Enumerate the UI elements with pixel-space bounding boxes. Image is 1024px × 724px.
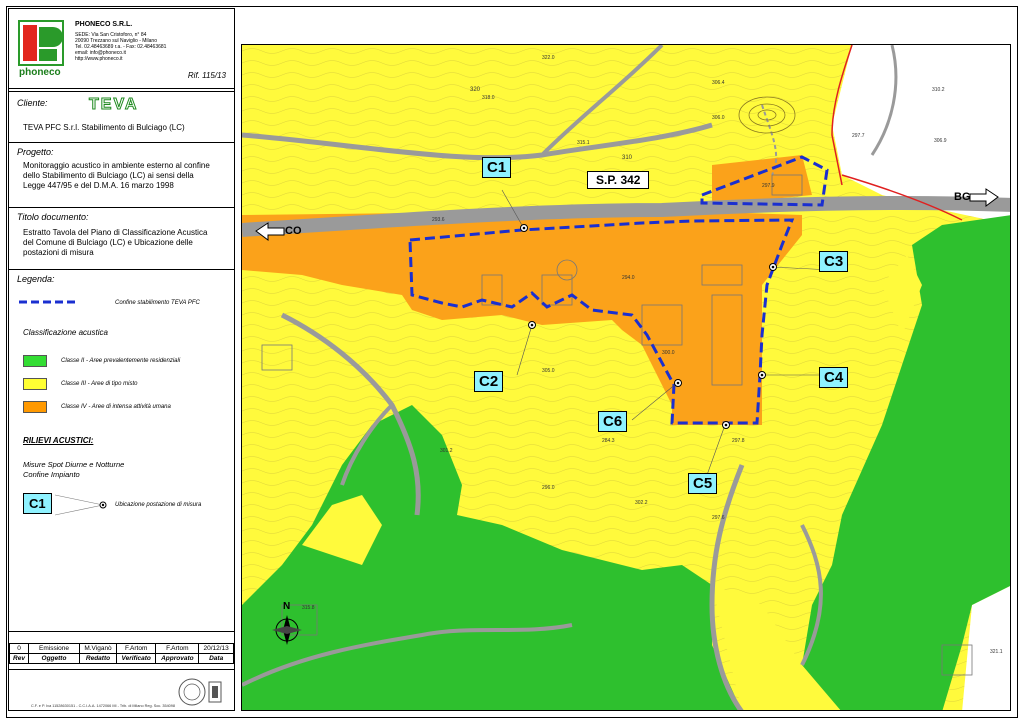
elevation-label: 297.7 xyxy=(852,133,865,139)
road-label: S.P. 342 xyxy=(587,171,650,189)
elevation-label: 294.0 xyxy=(622,275,635,281)
rev-cell: 20/12/13 xyxy=(198,643,234,654)
client-name: TEVA PFC S.r.l. Stabilimento di Bulciago… xyxy=(23,123,185,132)
point-label-c1[interactable]: C1 xyxy=(482,157,512,178)
map-canvas xyxy=(242,45,1010,710)
direction-right-label: BG xyxy=(954,191,971,203)
elevation-label: 305.0 xyxy=(542,368,555,374)
phoneco-logo-text: phoneco xyxy=(19,67,61,78)
elevation-label: 300.0 xyxy=(662,350,675,356)
elevation-label: 293.6 xyxy=(432,217,445,223)
project-text: Monitoraggio acustico in ambiente estern… xyxy=(23,161,210,190)
elevation-label: 297.9 xyxy=(762,183,775,189)
boundary-legend-text: Confine stabilimento TEVA PFC xyxy=(115,300,200,306)
rev-cell: 0 xyxy=(9,643,29,654)
footer-section: C.F. e P. Iva 11528630151 - C.C.I.A.A. 1… xyxy=(9,669,234,712)
class4-swatch xyxy=(23,401,47,413)
elevation-label: 306.4 xyxy=(712,80,725,86)
legend-section: Legenda: Confine stabilimento TEVA PFC C… xyxy=(9,270,234,632)
rev-header: Verificato xyxy=(116,653,157,664)
rev-header: Redatto xyxy=(78,653,118,664)
legend-marker-pointer-icon xyxy=(55,494,107,516)
elevation-label: 297.8 xyxy=(732,438,745,444)
elevation-label: 315.8 xyxy=(302,605,315,611)
point-label-c3[interactable]: C3 xyxy=(819,251,849,272)
elevation-label: 297.6 xyxy=(712,515,725,521)
point-label-c4[interactable]: C4 xyxy=(819,367,849,388)
point-label-c6[interactable]: C6 xyxy=(598,411,628,432)
elevation-label: 322.0 xyxy=(542,55,555,61)
elevation-label: 320 xyxy=(470,87,481,93)
elevation-label: 284.3 xyxy=(602,438,615,444)
revision-header-row: Rev Oggetto Redatto Verificato Approvato… xyxy=(9,653,234,664)
company-name: PHONECO S.R.L. xyxy=(75,21,133,28)
class3-swatch xyxy=(23,378,47,390)
company-web[interactable]: http://www.phoneco.it xyxy=(75,56,123,62)
map-area[interactable]: 322.0 320 318.0 315.1 310 306.4 306.0 29… xyxy=(241,44,1011,711)
surveys-sub2: Confine Impianto xyxy=(23,470,80,479)
north-label: N xyxy=(283,601,291,612)
client-section: Cliente: TEVA TEVA PFC S.r.l. Stabilimen… xyxy=(9,91,234,143)
surveys-title: RILIEVI ACUSTICI: xyxy=(23,436,94,445)
elevation-label: 306.0 xyxy=(712,115,725,121)
legend-label: Legenda: xyxy=(17,274,55,284)
boundary-line-icon xyxy=(19,300,79,304)
client-label: Cliente: xyxy=(17,98,48,108)
class3-text: Classe III - Aree di tipo misto xyxy=(61,381,138,387)
elevation-label: 306.9 xyxy=(934,138,947,144)
elevation-label: 318.0 xyxy=(482,95,495,101)
elevation-label: 310 xyxy=(622,155,633,161)
rev-cell: M.Viganò xyxy=(78,643,118,654)
rev-header: Oggetto xyxy=(28,653,80,664)
rev-cell: Emissione xyxy=(28,643,80,654)
class-title: Classificazione acustica xyxy=(23,328,108,337)
elevation-label: 310.2 xyxy=(932,87,945,93)
rev-header: Rev xyxy=(9,653,29,664)
rev-header: Data xyxy=(198,653,234,664)
class4-text: Classe IV - Aree di intensa attività uma… xyxy=(61,404,171,410)
elevation-label: 296.0 xyxy=(542,485,555,491)
project-section: Progetto: Monitoraggio acustico in ambie… xyxy=(9,143,234,208)
rev-cell: F.Artom xyxy=(155,643,200,654)
teva-logo: TEVA xyxy=(88,96,139,114)
legend-marker-label: C1 xyxy=(23,493,52,514)
elevation-label: 321.1 xyxy=(990,649,1003,655)
point-label-c2[interactable]: C2 xyxy=(474,371,504,392)
document-title-label: Titolo documento: xyxy=(17,212,89,222)
revision-row: 0 Emissione M.Viganò F.Artom F.Artom 20/… xyxy=(9,643,234,654)
elevation-label: 301.2 xyxy=(440,448,453,454)
footer-text: C.F. e P. Iva 11528630151 - C.C.I.A.A. 1… xyxy=(31,704,176,708)
rev-header: Approvato xyxy=(155,653,200,664)
revision-table: 0 Emissione M.Viganò F.Artom F.Artom 20/… xyxy=(9,643,234,664)
surveys-sub1: Misure Spot Diurne e Notturne xyxy=(23,460,125,469)
document-title-section: Titolo documento: Estratto Tavola del Pi… xyxy=(9,208,234,270)
company-header: phoneco PHONECO S.R.L. SEDE: Via San Cri… xyxy=(9,9,234,89)
document-title-text: Estratto Tavola del Piano di Classificaz… xyxy=(23,228,208,257)
legend-marker-text: Ubicazione postazione di misura xyxy=(115,502,202,508)
direction-left-label: CO xyxy=(285,225,302,237)
point-label-c5[interactable]: C5 xyxy=(688,473,718,494)
class2-swatch xyxy=(23,355,47,367)
elevation-label: 302.2 xyxy=(635,500,648,506)
rev-cell: F.Artom xyxy=(116,643,157,654)
class2-text: Classe II - Aree prevalentemente residen… xyxy=(61,358,181,364)
elevation-label: 315.1 xyxy=(577,140,590,146)
reference-number: Rif. 115/13 xyxy=(187,71,226,80)
project-label: Progetto: xyxy=(17,147,54,157)
title-block: phoneco PHONECO S.R.L. SEDE: Via San Cri… xyxy=(8,8,235,711)
certification-seal-icon xyxy=(178,678,222,706)
